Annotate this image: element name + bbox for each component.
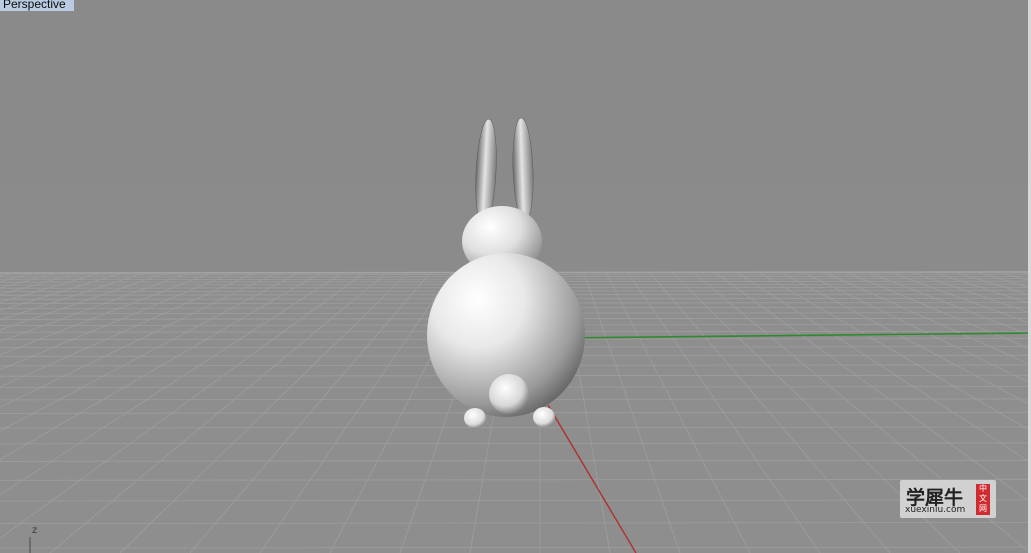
badge-char: 中 [979, 484, 987, 493]
tail-sphere[interactable] [489, 374, 529, 414]
z-axis-label: z [32, 525, 38, 536]
viewport-title-tab[interactable]: Perspective [0, 0, 74, 11]
watermark-badge: 中 文 网 [976, 484, 990, 515]
watermark-logo: 学犀牛 xuexiniu.com 中 文 网 [900, 480, 996, 518]
badge-char: 网 [979, 504, 987, 513]
watermark-url: xuexiniu.com [905, 505, 966, 515]
left-foot[interactable] [464, 408, 486, 428]
right-foot[interactable] [533, 407, 555, 427]
3d-scene[interactable] [0, 0, 1031, 553]
perspective-viewport[interactable]: Perspective z 学犀牛 xuexiniu.com 中 文 网 [0, 0, 1031, 553]
badge-char: 文 [979, 494, 987, 503]
